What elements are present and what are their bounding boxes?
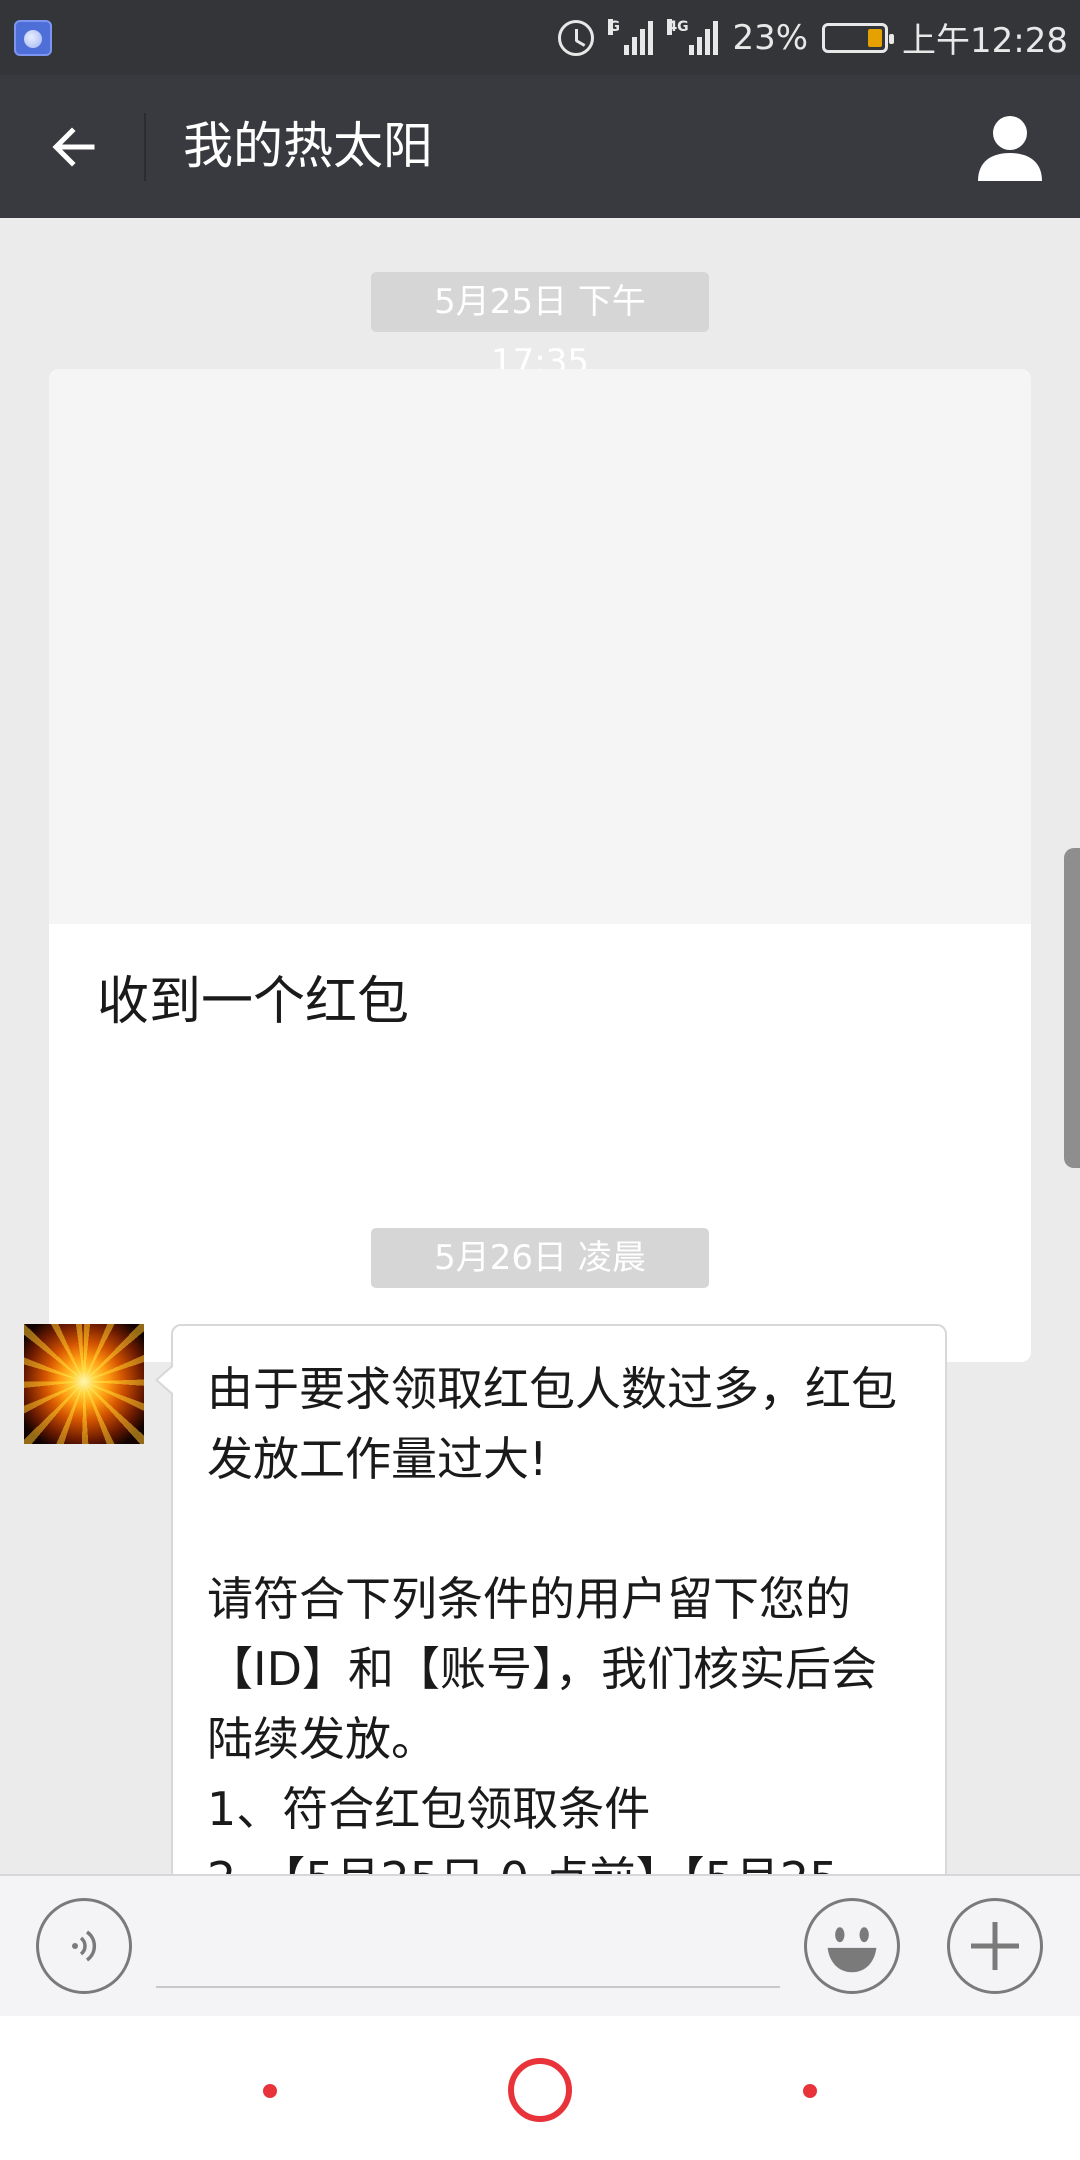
red-packet-card[interactable]: 收到一个红包 xyxy=(49,369,1031,1362)
more-button[interactable] xyxy=(947,1898,1043,1994)
nav-back-dot-icon[interactable] xyxy=(263,2084,277,2098)
message-paragraph: 由于要求领取红包人数过多，红包发放工作量过大! xyxy=(207,1362,897,1486)
status-bar: G 4G 23% 上午12:28 xyxy=(0,0,1080,75)
message-input[interactable] xyxy=(156,1904,780,1988)
back-button[interactable] xyxy=(30,111,114,183)
emoji-button[interactable] xyxy=(804,1898,900,1994)
message-paragraph: 2、【5月25日 0 点前】【5月25 xyxy=(207,1844,915,1874)
chat-info-button[interactable] xyxy=(972,109,1048,185)
chat-header: 我的热太阳 xyxy=(0,75,1080,218)
smiley-icon xyxy=(827,1927,877,1973)
battery-percent: 23% xyxy=(732,17,809,58)
alarm-icon xyxy=(558,19,595,56)
signal-g-icon: G xyxy=(608,18,654,55)
message-bubble[interactable]: 由于要求领取红包人数过多，红包发放工作量过大! 请符合下列条件的用户留下您的【I… xyxy=(155,1324,947,1874)
card-image-placeholder xyxy=(49,369,1031,924)
message-list[interactable]: 5月25日 下午17:35 收到一个红包 5月26日 凌晨01:30 由于要求领… xyxy=(0,218,1080,1874)
plus-icon xyxy=(971,1922,1019,1970)
status-indicators: G 4G 23% 上午12:28 xyxy=(558,0,1068,75)
nav-recent-dot-icon[interactable] xyxy=(803,2084,817,2098)
app-notification-icon xyxy=(14,20,52,56)
voice-icon xyxy=(72,1930,97,1962)
nav-home-icon[interactable] xyxy=(508,2058,572,2122)
clock: 上午12:28 xyxy=(902,21,1068,61)
sender-avatar[interactable] xyxy=(24,1324,144,1444)
message-paragraph: 请符合下列条件的用户留下您的【ID】和【账号】，我们核实后会陆续发放。 xyxy=(207,1572,877,1766)
battery-icon xyxy=(822,22,895,53)
signal-4g-icon: 4G xyxy=(667,18,719,55)
network-type: 4G xyxy=(667,18,689,35)
message-paragraph: 1、符合红包领取条件 xyxy=(207,1782,651,1836)
card-caption: 收到一个红包 xyxy=(97,972,410,1032)
person-icon xyxy=(978,116,1042,181)
page-title: 我的热太阳 xyxy=(183,117,433,175)
input-bar xyxy=(0,1874,1080,2016)
voice-button[interactable] xyxy=(36,1898,132,1994)
signal-tag: G xyxy=(608,18,620,35)
battery-level-fill xyxy=(868,28,883,47)
message-timestamp: 5月25日 下午17:35 xyxy=(371,272,709,382)
message-paragraph xyxy=(207,1494,915,1564)
message-timestamp: 5月26日 凌晨01:30 xyxy=(371,1228,709,1338)
scroll-handle[interactable] xyxy=(1064,848,1080,1168)
system-nav-bar xyxy=(0,2016,1080,2160)
header-divider xyxy=(144,113,146,181)
arrow-left-icon xyxy=(52,127,95,167)
